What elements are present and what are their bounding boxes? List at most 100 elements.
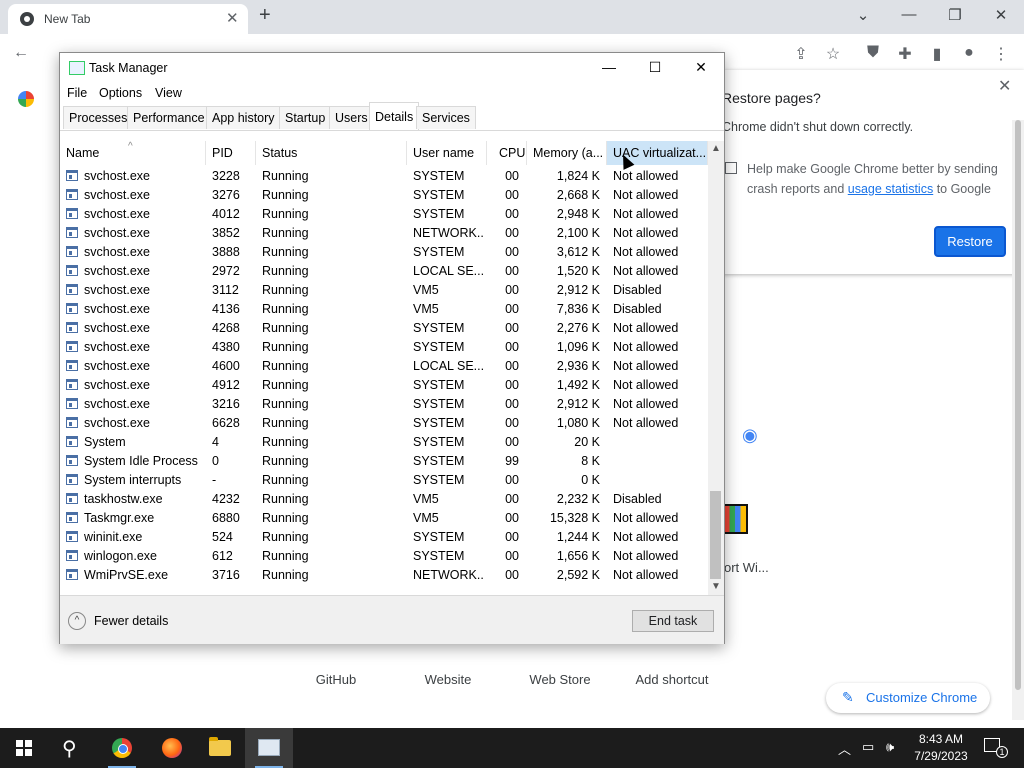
shortcut-add[interactable]: Add shortcut xyxy=(617,672,727,687)
taskbar-task-manager[interactable] xyxy=(245,728,293,768)
scroll-down-arrow-icon[interactable]: ▼ xyxy=(711,581,721,592)
column-header-status[interactable]: Status xyxy=(256,141,407,165)
cell-user: LOCAL SE... xyxy=(413,264,485,278)
restore-popup-message: Chrome didn't shut down correctly. xyxy=(722,120,914,134)
restore-popup-close-icon[interactable]: ✕ xyxy=(998,76,1011,96)
chrome-maximize-button[interactable]: ❐ xyxy=(941,6,969,24)
table-row[interactable]: svchost.exe 3228 Running SYSTEM 00 1,824 K Not… xyxy=(60,167,708,186)
table-row[interactable]: svchost.exe 3216 Running SYSTEM 00 2,912 K Not… xyxy=(60,395,708,414)
customize-chrome-button[interactable]: ✎ Customize Chrome xyxy=(826,683,990,713)
usage-statistics-link[interactable]: usage statistics xyxy=(848,182,933,196)
lens-search-icon[interactable]: ◉ xyxy=(742,425,758,446)
taskbar-search-button[interactable]: ⚲ xyxy=(48,728,96,768)
chrome-icon xyxy=(112,738,132,758)
side-panel-icon[interactable]: ▮ xyxy=(926,44,948,64)
fewer-details-chevron-icon[interactable]: ^ xyxy=(68,612,86,630)
table-row[interactable]: svchost.exe 4380 Running SYSTEM 00 1,096 K Not… xyxy=(60,338,708,357)
table-row[interactable]: svchost.exe 4912 Running SYSTEM 00 1,492 K Not… xyxy=(60,376,708,395)
tab-performance[interactable]: Performance xyxy=(127,106,211,129)
shortcut-website[interactable]: Website xyxy=(393,672,503,687)
restore-button[interactable]: Restore xyxy=(934,226,1006,257)
table-row[interactable]: svchost.exe 6628 Running SYSTEM 00 1,080 K Not… xyxy=(60,414,708,433)
new-tab-button[interactable]: + xyxy=(259,4,271,27)
table-row[interactable]: svchost.exe 2972 Running LOCAL SE... 00 1,520… xyxy=(60,262,708,281)
cell-pid: - xyxy=(212,473,217,487)
table-row[interactable]: svchost.exe 4136 Running VM5 00 7,836 K Disabl… xyxy=(60,300,708,319)
scroll-up-arrow-icon[interactable]: ▲ xyxy=(711,143,721,154)
network-icon[interactable]: ▭ xyxy=(862,739,874,755)
table-row[interactable]: System 4 Running SYSTEM 00 20 K xyxy=(60,433,708,452)
scrollbar-thumb[interactable] xyxy=(710,491,721,579)
table-row[interactable]: svchost.exe 4600 Running LOCAL SE... 00 2,936… xyxy=(60,357,708,376)
tab-details[interactable]: Details xyxy=(369,102,420,130)
cell-status: Running xyxy=(262,397,309,411)
tab-users[interactable]: Users xyxy=(329,106,374,129)
tab-processes[interactable]: Processes xyxy=(63,106,134,129)
clock-time: 8:43 AM xyxy=(918,732,964,746)
cell-status: Running xyxy=(262,321,309,335)
cell-cpu: 00 xyxy=(505,359,519,373)
profile-avatar-icon[interactable]: ● xyxy=(958,44,980,62)
back-arrow-icon[interactable]: ← xyxy=(10,44,32,62)
volume-icon[interactable]: 🕪 xyxy=(886,739,894,755)
details-vertical-scrollbar[interactable]: ▲ ▼ xyxy=(708,141,724,595)
chrome-page-scrollbar[interactable] xyxy=(1012,120,1024,720)
extensions-puzzle-icon[interactable]: ✚ xyxy=(894,44,916,64)
tm-minimize-button[interactable]: — xyxy=(594,59,624,75)
column-header-memory[interactable]: Memory (a... xyxy=(527,141,607,165)
column-header-user-name[interactable]: User name xyxy=(407,141,487,165)
google-bookmark-icon[interactable] xyxy=(18,91,34,107)
tab-search-dropdown-icon[interactable]: ⌄ xyxy=(849,6,877,24)
fewer-details-link[interactable]: Fewer details xyxy=(94,614,168,628)
show-hidden-icons-chevron-icon[interactable]: ︿ xyxy=(838,739,851,758)
shortcut-github[interactable]: GitHub xyxy=(281,672,391,687)
table-row[interactable]: Taskmgr.exe 6880 Running VM5 00 15,328 K Not a… xyxy=(60,509,708,528)
table-row[interactable]: System interrupts - Running SYSTEM 00 0 K xyxy=(60,471,708,490)
shield-extension-icon[interactable]: ⛊ xyxy=(862,44,884,62)
tab-app-history[interactable]: App history xyxy=(206,106,281,129)
cell-cpu: 00 xyxy=(505,435,519,449)
tab-close-icon[interactable]: ✕ xyxy=(226,9,239,27)
tm-close-button[interactable]: ✕ xyxy=(686,59,716,76)
chrome-menu-icon[interactable]: ⋮ xyxy=(990,44,1012,64)
menu-view[interactable]: View xyxy=(155,86,182,100)
table-row[interactable]: winlogon.exe 612 Running SYSTEM 00 1,656 K Not… xyxy=(60,547,708,566)
table-row[interactable]: System Idle Process 0 Running SYSTEM 99 8 K xyxy=(60,452,708,471)
table-row[interactable]: svchost.exe 3852 Running NETWORK... 00 2,100 … xyxy=(60,224,708,243)
table-row[interactable]: taskhostw.exe 4232 Running VM5 00 2,232 K Disa… xyxy=(60,490,708,509)
start-button[interactable] xyxy=(0,728,48,768)
menu-file[interactable]: File xyxy=(67,86,87,100)
taskbar-chrome[interactable] xyxy=(98,728,146,768)
crash-report-checkbox[interactable] xyxy=(725,162,737,174)
taskbar-file-explorer[interactable] xyxy=(196,728,244,768)
table-row[interactable]: svchost.exe 4268 Running SYSTEM 00 2,276 K Not… xyxy=(60,319,708,338)
table-row[interactable]: wininit.exe 524 Running SYSTEM 00 1,244 K Not … xyxy=(60,528,708,547)
task-manager-titlebar[interactable]: Task Manager — ☐ ✕ xyxy=(60,53,724,83)
chrome-tab-new-tab[interactable]: New Tab ✕ xyxy=(8,4,248,34)
chrome-scrollbar-thumb[interactable] xyxy=(1015,120,1021,690)
shortcut-label-fragment[interactable]: ort Wi... xyxy=(724,560,769,575)
column-header-pid[interactable]: PID xyxy=(206,141,256,165)
bookmark-star-icon[interactable]: ☆ xyxy=(822,44,844,64)
cell-cpu: 00 xyxy=(505,416,519,430)
chrome-minimize-button[interactable]: — xyxy=(895,6,923,23)
menu-options[interactable]: Options xyxy=(99,86,142,100)
tab-services[interactable]: Services xyxy=(416,106,476,129)
table-row[interactable]: svchost.exe 3276 Running SYSTEM 00 2,668 K Not… xyxy=(60,186,708,205)
taskbar-clock[interactable]: 8:43 AM 7/29/2023 xyxy=(908,731,974,765)
tm-maximize-button[interactable]: ☐ xyxy=(640,59,670,76)
end-task-button[interactable]: End task xyxy=(632,610,714,632)
shortcut-web-store[interactable]: Web Store xyxy=(505,672,615,687)
shortcut-tile-icon[interactable] xyxy=(722,504,748,534)
taskbar-firefox[interactable] xyxy=(148,728,196,768)
chrome-close-button[interactable]: ✕ xyxy=(987,6,1015,24)
column-header-name[interactable]: Name ^ xyxy=(60,141,206,165)
cell-name: winlogon.exe xyxy=(84,549,157,563)
table-row[interactable]: svchost.exe 3112 Running VM5 00 2,912 K Disabl… xyxy=(60,281,708,300)
table-row[interactable]: svchost.exe 3888 Running SYSTEM 00 3,612 K Not… xyxy=(60,243,708,262)
tab-startup[interactable]: Startup xyxy=(279,106,332,129)
column-header-cpu[interactable]: CPU xyxy=(487,141,527,165)
share-icon[interactable]: ⇪ xyxy=(790,44,812,64)
table-row[interactable]: svchost.exe 4012 Running SYSTEM 00 2,948 K Not… xyxy=(60,205,708,224)
table-row[interactable]: WmiPrvSE.exe 3716 Running NETWORK... 00 2,592… xyxy=(60,566,708,585)
